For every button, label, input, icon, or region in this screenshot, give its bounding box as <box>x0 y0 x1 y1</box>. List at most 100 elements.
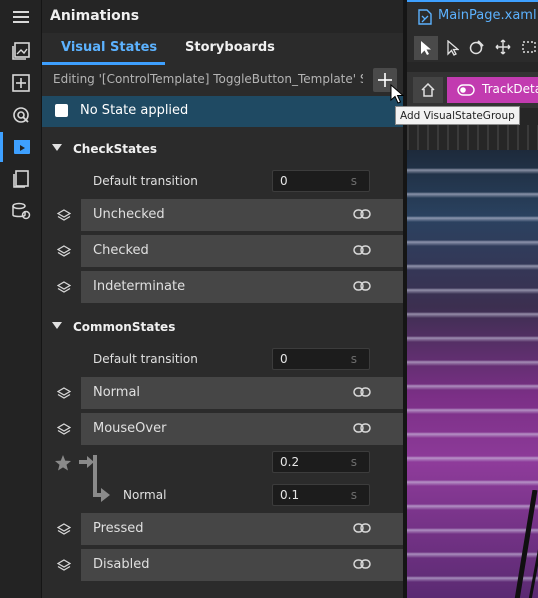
assets-icon[interactable] <box>0 36 41 66</box>
transition-list: 0.2 s Normal 0.1 s <box>42 445 403 513</box>
target-icon[interactable] <box>0 100 41 130</box>
tab-mainpage-xaml[interactable]: MainPage.xaml <box>407 0 538 32</box>
group-name: CheckStates <box>73 142 158 156</box>
pan-icon[interactable] <box>495 39 511 55</box>
layers-icon[interactable] <box>57 422 71 436</box>
default-transition-label: Default transition <box>93 174 198 188</box>
arrow-right-icon <box>101 488 110 502</box>
transition-duration-input[interactable]: 0.2 s <box>272 451 370 473</box>
data-icon[interactable] <box>0 196 41 226</box>
layers-icon[interactable] <box>57 208 71 222</box>
transition-value: 0 <box>280 174 288 188</box>
group-name: CommonStates <box>73 320 176 334</box>
link-icon[interactable] <box>353 385 371 399</box>
default-transition-input[interactable]: 0 s <box>272 170 370 192</box>
group-header-checkstates[interactable]: CheckStates <box>42 137 403 163</box>
state-name: Pressed <box>93 521 144 536</box>
panel-title: Animations <box>50 8 140 24</box>
state-bar[interactable]: Unchecked <box>81 199 403 231</box>
default-transition-row: Default transition 0 s <box>42 167 403 197</box>
link-icon[interactable] <box>353 207 371 221</box>
direct-select-icon[interactable] <box>447 40 459 56</box>
mouse-cursor-icon <box>390 84 404 104</box>
xaml-file-icon <box>418 9 432 25</box>
layers-icon[interactable] <box>57 386 71 400</box>
unit-label: s <box>350 455 357 469</box>
pen-icon[interactable] <box>469 39 485 55</box>
layers-icon[interactable] <box>57 244 71 258</box>
state-row[interactable]: MouseOver <box>42 413 403 445</box>
breadcrumb-label: TrackDeta <box>482 82 538 96</box>
state-name: Checked <box>93 243 149 258</box>
transition-duration-input[interactable]: 0.1 s <box>272 484 370 506</box>
tab-storyboards[interactable]: Storyboards <box>185 40 275 55</box>
menu-icon[interactable] <box>0 2 41 32</box>
add-icon[interactable] <box>0 68 41 98</box>
state-name: MouseOver <box>93 421 167 436</box>
design-canvas[interactable] <box>407 150 538 598</box>
state-name: Normal <box>93 385 141 400</box>
state-bar[interactable]: Indeterminate <box>81 271 403 303</box>
state-row[interactable]: Checked <box>42 235 403 267</box>
state-bar[interactable]: MouseOver <box>81 413 403 445</box>
editing-template-label: Editing '[ControlTemplate] ToggleButton_… <box>53 72 363 86</box>
state-row[interactable]: Normal <box>42 377 403 409</box>
state-name: Disabled <box>93 557 150 572</box>
state-name: Unchecked <box>93 207 165 222</box>
link-icon[interactable] <box>353 279 371 293</box>
bookmark-icon[interactable] <box>0 164 41 194</box>
no-state-checkbox[interactable] <box>55 104 68 117</box>
no-state-label: No State applied <box>80 103 189 118</box>
transition-value: 0 <box>280 352 288 366</box>
link-icon[interactable] <box>353 521 371 535</box>
tooltip-text: Add VisualStateGroup <box>400 110 515 122</box>
state-bar[interactable]: Pressed <box>81 513 403 545</box>
breadcrumb: TrackDeta <box>407 72 538 108</box>
select-tool-button[interactable] <box>414 36 438 60</box>
state-row[interactable]: Disabled <box>42 549 403 581</box>
link-icon[interactable] <box>353 557 371 571</box>
doc-tab-label: MainPage.xaml <box>438 8 537 23</box>
panel-tabs: Visual States Storyboards <box>42 33 403 65</box>
layers-icon[interactable] <box>57 558 71 572</box>
pointer-icon <box>421 41 431 55</box>
animations-icon[interactable] <box>0 132 41 162</box>
state-bar[interactable]: Normal <box>81 377 403 409</box>
tab-visual-states[interactable]: Visual States <box>61 40 157 55</box>
link-icon[interactable] <box>353 243 371 257</box>
chevron-down-icon[interactable] <box>52 322 62 329</box>
panel-header: Animations <box>42 0 403 33</box>
state-bar[interactable]: Disabled <box>81 549 403 581</box>
link-icon[interactable] <box>353 421 371 435</box>
transition-value: 0.2 <box>280 455 300 469</box>
home-button[interactable] <box>413 77 443 103</box>
state-row[interactable]: Pressed <box>42 513 403 545</box>
no-state-row[interactable]: No State applied <box>42 96 403 127</box>
breadcrumb-item[interactable]: TrackDeta <box>447 77 538 103</box>
chevron-down-icon[interactable] <box>52 144 62 151</box>
canvas-artwork <box>514 490 538 598</box>
transition-connector <box>93 455 97 497</box>
designer-area: MainPage.xaml TrackDeta <box>407 0 538 598</box>
animations-panel: Animations Visual States Storyboards Edi… <box>42 0 403 598</box>
tooltip: Add VisualStateGroup <box>395 106 520 125</box>
default-transition-row: Default transition 0 s <box>42 345 403 375</box>
layers-icon[interactable] <box>57 522 71 536</box>
state-row[interactable]: Unchecked <box>42 199 403 231</box>
unit-label: s <box>350 488 357 502</box>
unit-label: s <box>350 174 357 188</box>
marquee-icon[interactable] <box>521 39 538 55</box>
star-icon[interactable] <box>54 455 72 471</box>
group-header-commonstates[interactable]: CommonStates <box>42 315 403 341</box>
activity-rail <box>0 0 42 598</box>
home-icon <box>421 83 435 97</box>
state-bar[interactable]: Checked <box>81 235 403 267</box>
layers-icon[interactable] <box>57 280 71 294</box>
toggle-icon <box>457 84 475 96</box>
transition-value: 0.1 <box>280 488 300 502</box>
designer-toolbar <box>407 32 538 62</box>
state-row[interactable]: Indeterminate <box>42 271 403 303</box>
state-name: Indeterminate <box>93 279 186 294</box>
design-ruler <box>407 125 538 150</box>
default-transition-input[interactable]: 0 s <box>272 348 370 370</box>
